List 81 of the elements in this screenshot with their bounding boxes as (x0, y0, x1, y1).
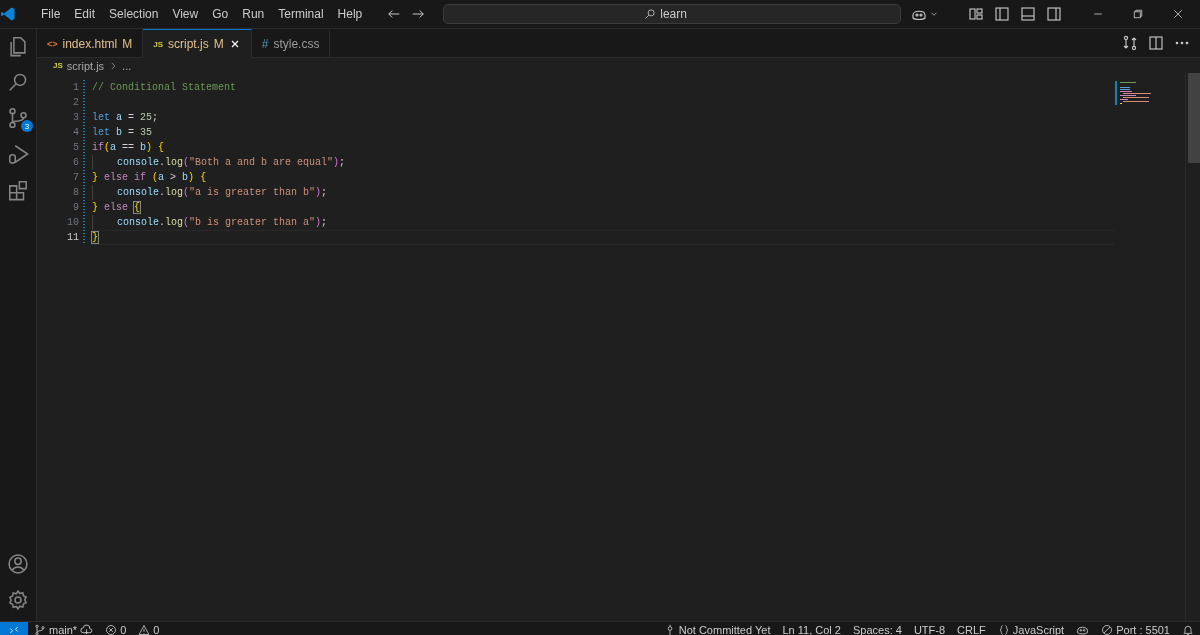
split-editor-icon[interactable] (1148, 35, 1164, 51)
status-item[interactable]: Spaces: 4 (853, 623, 902, 635)
tab-label: style.css (273, 36, 320, 51)
tab-label: script.js (168, 37, 209, 51)
breadcrumb-item[interactable]: script.js (66, 59, 105, 72)
extensions-icon[interactable] (7, 179, 29, 201)
tab-label: index.html (62, 36, 118, 51)
code-line: console.log("a is greater than b"); (117, 186, 328, 200)
secondary-sidebar-icon[interactable] (1046, 6, 1062, 22)
line-number: 10 (67, 216, 79, 230)
settings-icon[interactable] (7, 589, 29, 611)
branch-icon[interactable] (34, 623, 46, 635)
editor-tab[interactable]: # style.css (251, 29, 331, 57)
no-entry-icon[interactable] (1101, 623, 1114, 635)
breadcrumb-item[interactable]: ... (122, 59, 132, 72)
run-debug-icon[interactable] (7, 143, 29, 165)
line-number: 5 (73, 141, 79, 155)
hash-icon: # (261, 36, 269, 51)
code-line: let a = 25; (92, 111, 159, 125)
customize-layout-icon[interactable] (968, 6, 984, 22)
line-number: 9 (73, 201, 79, 215)
js-icon: JS (53, 61, 63, 70)
menu-item[interactable]: Edit (67, 4, 103, 24)
account-icon[interactable] (7, 553, 29, 575)
panel-toggle-icon[interactable] (1020, 6, 1036, 22)
menu-item[interactable]: Run (235, 4, 272, 24)
forward-arrow-icon[interactable] (411, 7, 426, 21)
line-number: 8 (73, 186, 79, 200)
app-logo-icon[interactable] (0, 6, 16, 22)
error-icon[interactable] (105, 623, 118, 635)
menu-item[interactable]: File (34, 4, 68, 24)
status-item[interactable]: Ln 11, Col 2 (782, 623, 841, 635)
back-arrow-icon[interactable] (387, 7, 402, 21)
code-line: if(a == b) { (92, 141, 165, 155)
scrollbar-thumb[interactable] (1188, 73, 1200, 163)
code-line: // Conditional Statement (92, 81, 237, 95)
status-item[interactable]: 0 (120, 623, 127, 635)
status-item[interactable]: 0 (153, 623, 160, 635)
menu-item[interactable]: Terminal (271, 4, 331, 24)
close-icon[interactable] (1172, 8, 1184, 20)
files-icon[interactable] (7, 35, 29, 57)
line-number: 7 (73, 171, 79, 185)
command-center-search[interactable]: learn (443, 4, 902, 24)
menu-item[interactable]: Selection (102, 4, 166, 24)
restore-icon[interactable] (1132, 8, 1144, 20)
menu-item[interactable]: Help (330, 4, 370, 24)
status-item[interactable]: CRLF (957, 623, 986, 635)
status-item[interactable]: JavaScript (1012, 623, 1065, 635)
braces-icon[interactable] (997, 623, 1010, 635)
warning-icon[interactable] (138, 623, 151, 635)
status-item[interactable]: main* (49, 623, 78, 635)
modified-indicator: M (213, 37, 224, 51)
js-icon: JS (153, 39, 163, 49)
code-line: } else { (92, 201, 141, 215)
search-icon[interactable] (644, 8, 657, 20)
line-number: 1 (73, 81, 79, 95)
editor-tab[interactable]: JS script.js M (143, 29, 252, 58)
source-control-icon[interactable] (7, 107, 29, 129)
code-line: } else if (a > b) { (92, 171, 207, 185)
notification-badge: 3 (21, 120, 33, 132)
line-number: 3 (73, 111, 79, 125)
cloud-sync-icon[interactable] (80, 623, 94, 635)
sidebar-toggle-icon[interactable] (994, 6, 1010, 22)
code-icon: <> (47, 38, 58, 49)
search-icon[interactable] (7, 71, 29, 93)
search-input[interactable]: learn (660, 7, 701, 21)
menu-item[interactable]: Go (205, 4, 236, 24)
compare-changes-icon[interactable] (1122, 35, 1138, 51)
status-item[interactable]: UTF-8 (913, 623, 946, 635)
line-number: 6 (73, 156, 79, 170)
code-line: console.log("b is greater than a"); (117, 216, 328, 230)
status-item[interactable]: Port : 5501 (1116, 623, 1170, 635)
line-number: 4 (73, 126, 79, 140)
line-number: 11 (67, 231, 79, 245)
line-number: 2 (73, 96, 79, 110)
code-line: let b = 35 (92, 126, 153, 140)
bell-icon[interactable] (1182, 623, 1194, 635)
modified-indicator: M (122, 36, 133, 51)
menu-item[interactable]: View (165, 4, 206, 24)
code-line: console.log("Both a and b are equal"); (117, 156, 346, 170)
status-item[interactable]: Not Committed Yet (678, 623, 771, 635)
